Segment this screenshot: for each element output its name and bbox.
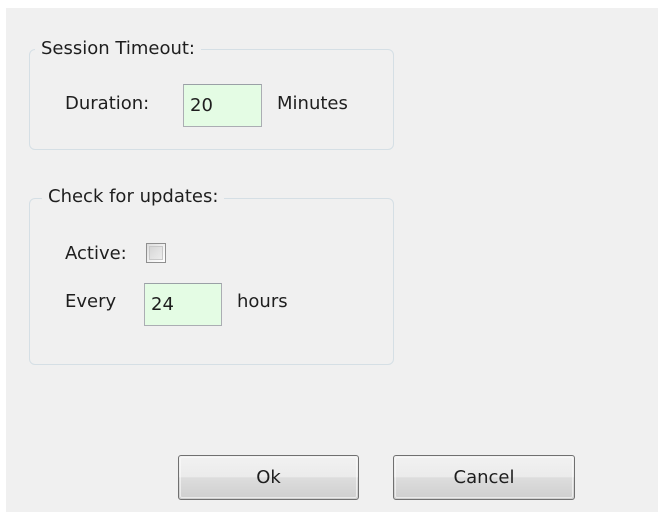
ok-button-label: Ok xyxy=(256,467,281,488)
every-label: Every xyxy=(65,291,117,312)
frame-edge-top xyxy=(0,0,662,8)
active-checkbox[interactable] xyxy=(146,243,166,263)
settings-dialog: Session Timeout: Duration: Minutes Check… xyxy=(0,0,662,517)
duration-label: Duration: xyxy=(65,93,150,114)
duration-field[interactable] xyxy=(183,84,262,127)
check-updates-group xyxy=(29,198,394,365)
cancel-button-label: Cancel xyxy=(453,467,515,488)
frame-edge-right xyxy=(658,0,662,517)
duration-unit-label: Minutes xyxy=(277,93,348,114)
checkbox-box xyxy=(149,246,163,260)
every-hours-field[interactable] xyxy=(144,283,222,326)
active-label: Active: xyxy=(65,243,127,264)
session-timeout-title: Session Timeout: xyxy=(35,38,201,60)
check-updates-title: Check for updates: xyxy=(42,186,225,208)
frame-edge-bottom xyxy=(0,512,662,517)
ok-button[interactable]: Ok xyxy=(178,455,359,500)
frame-edge-left xyxy=(0,0,6,517)
cancel-button[interactable]: Cancel xyxy=(393,455,575,500)
hours-unit-label: hours xyxy=(237,291,288,312)
